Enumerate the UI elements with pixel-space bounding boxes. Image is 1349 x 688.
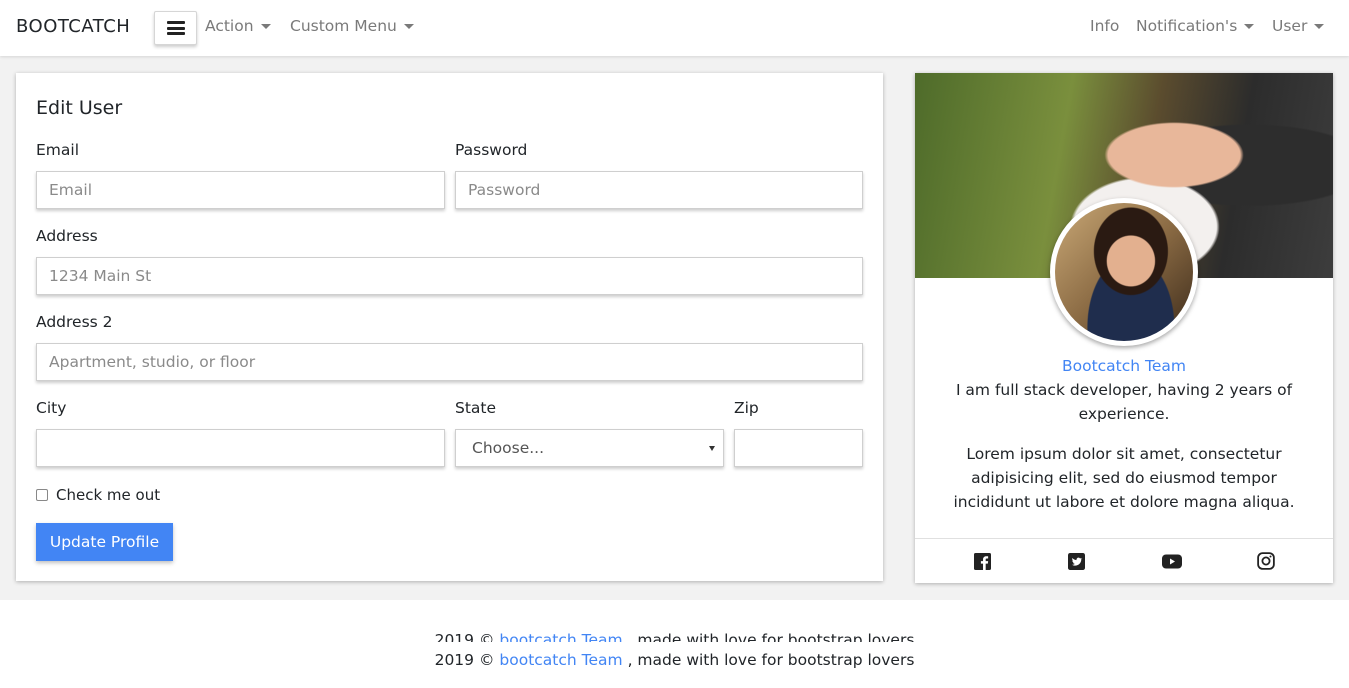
facebook-icon[interactable] <box>973 552 991 570</box>
update-profile-button[interactable]: Update Profile <box>36 523 173 561</box>
divider <box>915 538 1333 539</box>
nav-action-dropdown[interactable]: Action <box>205 17 271 35</box>
caret-down-icon <box>1244 23 1255 29</box>
profile-description: Lorem ipsum dolor sit amet, consectetur … <box>953 445 1295 511</box>
check-me-out-row[interactable]: Check me out <box>36 486 160 504</box>
nav-info-label: Info <box>1090 17 1120 35</box>
nav-action-label: Action <box>205 17 254 35</box>
page-footer: 2019 © bootcatch Team , made with love f… <box>0 600 1349 688</box>
nav-user-label: User <box>1272 17 1308 35</box>
top-navbar: BOOTCATCH Action Custom Menu Info Notifi… <box>0 0 1349 56</box>
password-label: Password <box>455 141 528 159</box>
email-input[interactable] <box>36 171 445 209</box>
brand-logo[interactable]: BOOTCATCH <box>16 16 130 37</box>
sidebar-toggle-button[interactable] <box>154 11 197 45</box>
footer-year: 2019 © <box>434 651 495 669</box>
hamburger-icon <box>166 21 185 35</box>
instagram-icon[interactable] <box>1257 552 1275 570</box>
nav-user-dropdown[interactable]: User <box>1272 17 1325 35</box>
check-me-out-label[interactable]: Check me out <box>56 486 160 504</box>
nav-notifications-label: Notification's <box>1136 17 1238 35</box>
password-input[interactable] <box>455 171 863 209</box>
caret-down-icon <box>260 23 271 29</box>
footer-ghost-text: 2019 © bootcatch Team , made with love f… <box>0 631 1349 642</box>
footer-text: 2019 © bootcatch Team , made with love f… <box>0 651 1349 669</box>
card-title: Edit User <box>36 97 123 119</box>
city-input[interactable] <box>36 429 445 467</box>
caret-down-icon <box>403 23 414 29</box>
state-selected-value: Choose... <box>472 439 545 457</box>
profile-card: Bootcatch Team I am full stack developer… <box>915 73 1333 583</box>
nav-custom-menu-dropdown[interactable]: Custom Menu <box>290 17 414 35</box>
footer-suffix: , made with love for bootstrap lovers <box>627 631 915 642</box>
profile-bio: I am full stack developer, having 2 year… <box>955 381 1293 423</box>
address2-label: Address 2 <box>36 313 113 331</box>
zip-label: Zip <box>734 399 759 417</box>
address2-input[interactable] <box>36 343 863 381</box>
city-label: City <box>36 399 67 417</box>
avatar-frame <box>1050 198 1198 346</box>
profile-name-link[interactable]: Bootcatch Team <box>915 357 1333 375</box>
address-label: Address <box>36 227 98 245</box>
zip-input[interactable] <box>734 429 863 467</box>
avatar <box>1055 203 1193 341</box>
nav-notifications-dropdown[interactable]: Notification's <box>1136 17 1255 35</box>
check-me-out-checkbox[interactable] <box>36 489 48 501</box>
select-arrow-icon <box>709 445 715 451</box>
footer-team-link[interactable]: bootcatch Team <box>499 631 622 642</box>
address-input[interactable] <box>36 257 863 295</box>
nav-info-link[interactable]: Info <box>1090 17 1119 35</box>
state-label: State <box>455 399 497 417</box>
email-label: Email <box>36 141 80 159</box>
footer-suffix: , made with love for bootstrap lovers <box>627 651 915 669</box>
state-select[interactable]: Choose... <box>455 429 724 467</box>
footer-team-link[interactable]: bootcatch Team <box>499 651 622 669</box>
youtube-icon[interactable] <box>1161 552 1182 570</box>
caret-down-icon <box>1314 23 1325 29</box>
footer-year: 2019 © <box>434 631 495 642</box>
nav-custom-menu-label: Custom Menu <box>290 17 397 35</box>
edit-user-card: Edit User Email Password Address Address… <box>16 73 883 581</box>
twitter-icon[interactable] <box>1067 552 1085 570</box>
